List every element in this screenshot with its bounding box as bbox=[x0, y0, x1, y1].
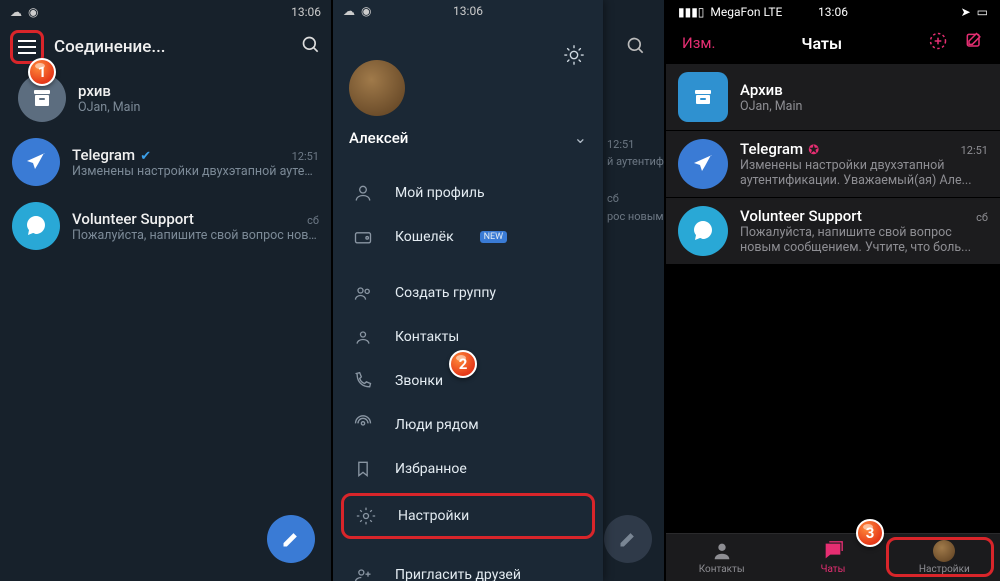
support-avatar bbox=[12, 202, 60, 250]
new-badge: NEW bbox=[480, 231, 508, 243]
signal-icon: ▮▮▮▯ bbox=[678, 5, 704, 19]
group-icon bbox=[353, 283, 373, 303]
menu-wallet[interactable]: Кошелёк NEW bbox=[333, 215, 603, 259]
tab-contacts[interactable]: Контакты bbox=[666, 534, 777, 581]
chat-row[interactable]: Volunteer Support сб Пожалуйста, напишит… bbox=[0, 194, 331, 258]
status-time: 13:06 bbox=[453, 4, 483, 18]
archive-icon bbox=[678, 72, 728, 122]
header-title: Соединение... bbox=[54, 37, 301, 57]
wallet-icon bbox=[353, 227, 373, 247]
carrier: MegaFon LTE bbox=[710, 5, 782, 19]
chat-name: Telegram ✔ bbox=[72, 146, 151, 164]
menu-my-profile[interactable]: Мой профиль bbox=[333, 171, 603, 215]
annotation-badge-3: 3 bbox=[856, 519, 884, 547]
location-icon: ➤ bbox=[961, 5, 971, 19]
tab-settings[interactable]: Настройки bbox=[889, 534, 1000, 581]
chat-time: 12:51 bbox=[292, 150, 319, 163]
chat-name: Volunteer Support bbox=[72, 210, 194, 228]
edit-button[interactable]: Изм. bbox=[682, 34, 715, 52]
menu-nearby[interactable]: Люди рядом bbox=[333, 403, 603, 447]
archive-name: рхив bbox=[78, 82, 319, 100]
battery-icon: ▭ bbox=[977, 5, 988, 19]
nav-drawer: ☁ ◉ 13:06 Алексей ⌄ Мой профиль Кошелёк bbox=[333, 0, 603, 581]
compose-fab-dim[interactable] bbox=[604, 515, 652, 563]
chat-preview: Изменены настройки двухэтапной аутентифи… bbox=[72, 164, 319, 179]
chat-preview: Пожалуйста, напишите свой вопрос новым с… bbox=[740, 225, 988, 255]
cloud-icon: ☁ bbox=[10, 5, 22, 19]
drawer-profile[interactable]: Алексей ⌄ bbox=[333, 20, 603, 159]
chat-time: 12:51 bbox=[961, 144, 988, 157]
chevron-down-icon[interactable]: ⌄ bbox=[574, 128, 587, 147]
status-time: 13:06 bbox=[291, 5, 321, 19]
annotation-badge-2: 2 bbox=[449, 350, 477, 378]
theme-toggle-icon[interactable] bbox=[563, 44, 585, 66]
search-icon[interactable] bbox=[626, 36, 646, 60]
chat-time: сб bbox=[307, 214, 319, 227]
archive-preview: OJan, Main bbox=[78, 100, 319, 115]
chat-row[interactable]: Volunteer Support сб Пожалуйста, напишит… bbox=[666, 198, 1000, 264]
chat-name: Telegram ✪ bbox=[740, 140, 819, 158]
tab-bar: Контакты Чаты Настройки bbox=[666, 533, 1000, 581]
contact-icon bbox=[353, 327, 373, 347]
user-icon bbox=[353, 183, 373, 203]
support-avatar bbox=[678, 206, 728, 256]
archive-row[interactable]: Архив OJan, Main bbox=[666, 64, 1000, 130]
archive-name: Архив bbox=[740, 81, 783, 99]
pane-ios-chats: ▮▮▮▯ MegaFon LTE 13:06 ➤ ▭ Изм. Чаты Арх… bbox=[666, 0, 1000, 581]
new-chat-icon[interactable] bbox=[928, 31, 948, 55]
invite-icon bbox=[353, 565, 373, 581]
verified-icon: ✔ bbox=[137, 149, 151, 164]
compose-icon[interactable] bbox=[964, 31, 984, 55]
chat-row[interactable]: Telegram ✪ 12:51 Изменены настройки двух… bbox=[666, 131, 1000, 197]
compose-fab[interactable] bbox=[267, 515, 315, 563]
pane-android-drawer: 12:51 й аутентифи... сб рос новым с... ☁… bbox=[333, 0, 666, 581]
profile-avatar bbox=[349, 60, 405, 116]
settings-avatar bbox=[933, 540, 955, 562]
viber-icon: ◉ bbox=[361, 4, 371, 18]
chat-time: сб bbox=[976, 211, 988, 224]
status-bar: ☁ ◉ 13:06 bbox=[0, 0, 331, 22]
chat-preview: Пожалуйста, напишите свой вопрос новым с… bbox=[72, 228, 319, 243]
dim-background: 12:51 й аутентифи... сб рос новым с... bbox=[601, 0, 664, 581]
nearby-icon bbox=[353, 415, 373, 435]
annotation-badge-1: 1 bbox=[28, 58, 56, 86]
call-icon bbox=[353, 371, 373, 391]
chat-preview: Изменены настройки двухэтапной аутентифи… bbox=[740, 158, 988, 188]
archive-preview: OJan, Main bbox=[740, 99, 988, 114]
bookmark-icon bbox=[353, 459, 373, 479]
verified-icon: ✪ bbox=[805, 143, 819, 158]
telegram-avatar bbox=[12, 138, 60, 186]
menu-settings[interactable]: Настройки bbox=[341, 493, 595, 539]
status-time: 13:06 bbox=[818, 5, 848, 19]
cloud-icon: ☁ bbox=[343, 4, 355, 18]
gear-icon bbox=[356, 506, 376, 526]
header: Изм. Чаты bbox=[666, 22, 1000, 64]
chat-name: Volunteer Support bbox=[740, 207, 862, 225]
chat-row[interactable]: Telegram ✔ 12:51 Изменены настройки двух… bbox=[0, 130, 331, 194]
telegram-avatar bbox=[678, 139, 728, 189]
menu-saved[interactable]: Избранное bbox=[333, 447, 603, 491]
status-bar: ▮▮▮▯ MegaFon LTE 13:06 ➤ ▭ bbox=[666, 0, 1000, 22]
menu-create-group[interactable]: Создать группу bbox=[333, 271, 603, 315]
pane-android-chats: ☁ ◉ 13:06 Соединение... рхив OJan, Main bbox=[0, 0, 333, 581]
status-bar: ☁ ◉ 13:06 bbox=[333, 0, 603, 20]
profile-name: Алексей bbox=[349, 129, 408, 147]
menu-invite[interactable]: Пригласить друзей bbox=[333, 553, 603, 581]
search-icon[interactable] bbox=[301, 35, 321, 59]
header-title: Чаты bbox=[801, 34, 842, 53]
viber-icon: ◉ bbox=[28, 5, 38, 19]
